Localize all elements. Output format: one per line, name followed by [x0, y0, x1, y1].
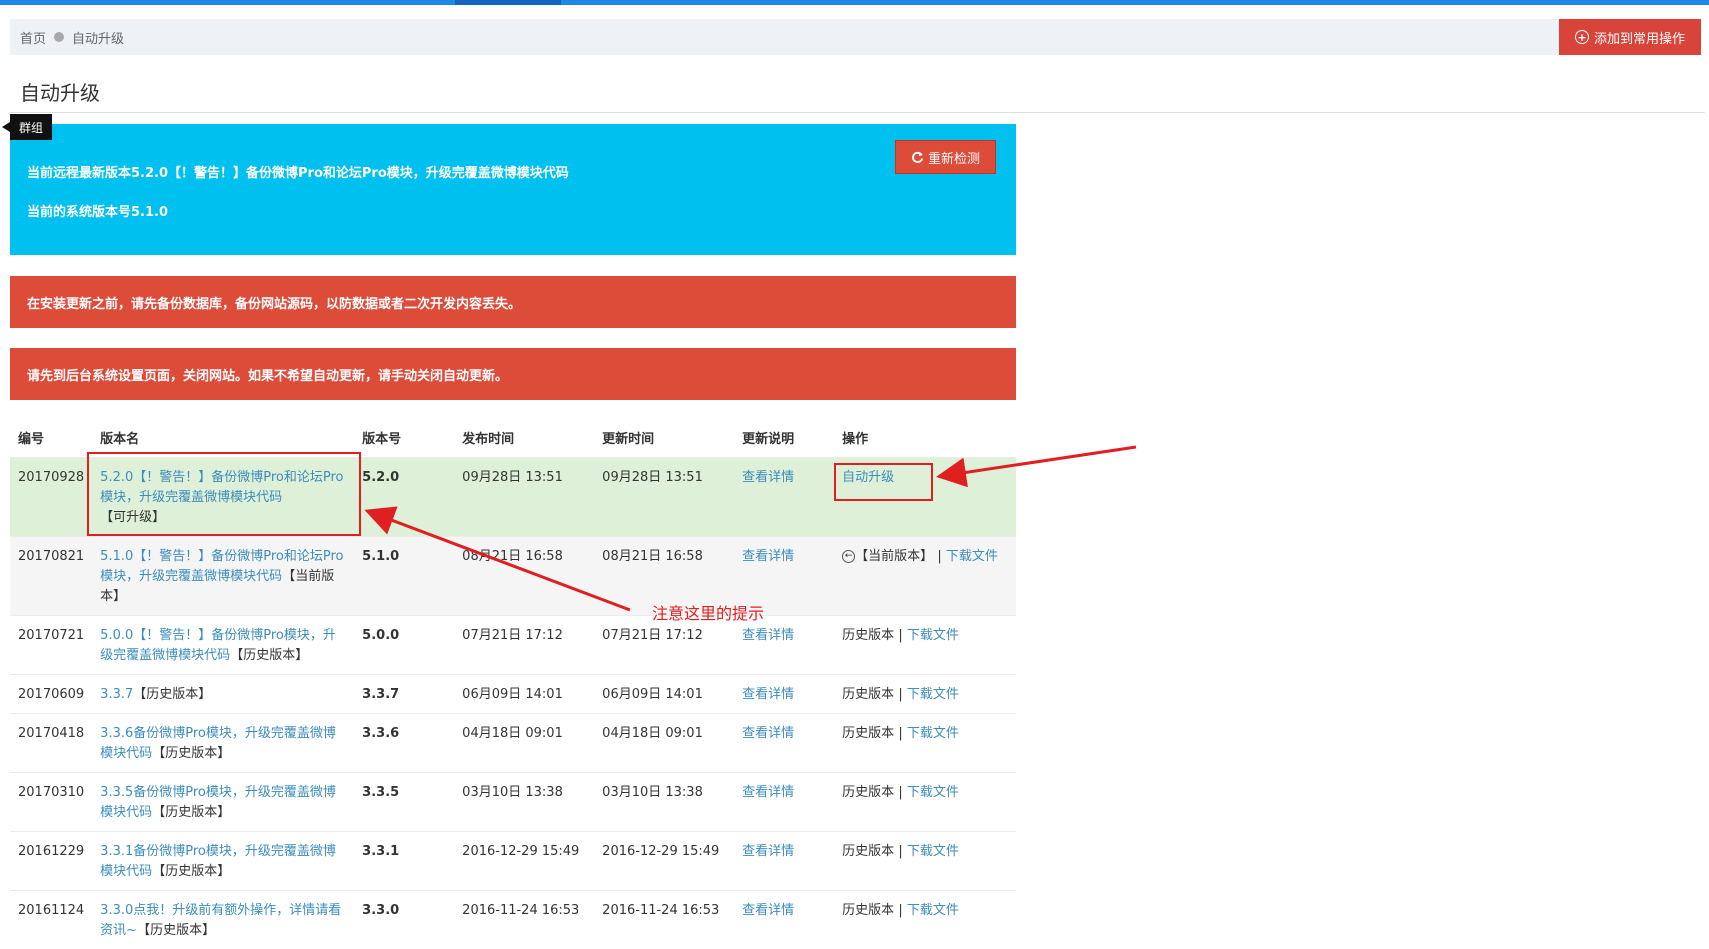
annotation-note: 注意这里的提示 [652, 600, 764, 624]
annotation-arrows [0, 0, 1709, 926]
arrow-to-version-name [370, 512, 630, 610]
arrow-to-auto-upgrade [942, 447, 1136, 476]
